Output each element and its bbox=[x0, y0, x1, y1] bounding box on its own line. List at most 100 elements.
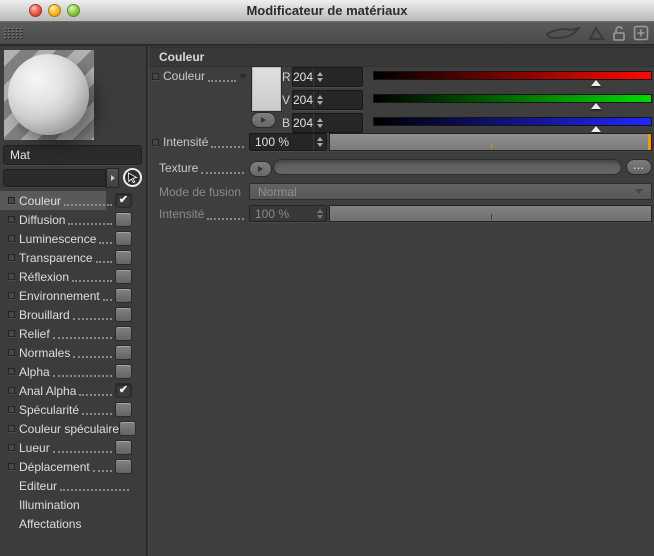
channel-checkbox[interactable] bbox=[115, 269, 132, 284]
channel-checkbox[interactable] bbox=[115, 440, 132, 455]
color-swatch[interactable] bbox=[252, 67, 281, 111]
channel-item-sp-cularit[interactable]: Spécularité bbox=[0, 400, 146, 419]
channel-item-anal-alpha[interactable]: Anal Alpha ✔ bbox=[0, 381, 146, 400]
channel-checkbox[interactable] bbox=[115, 326, 132, 341]
intensity-label: Intensité bbox=[163, 135, 209, 149]
channel-item-affectations[interactable]: Affectations bbox=[0, 514, 146, 533]
zoom-button[interactable] bbox=[67, 4, 80, 17]
close-button[interactable] bbox=[29, 4, 42, 17]
minimize-button[interactable] bbox=[48, 4, 61, 17]
slider-center-tick bbox=[490, 143, 492, 149]
layer-popup-button[interactable] bbox=[106, 167, 119, 188]
leader-dots bbox=[102, 290, 112, 301]
channel-bullet bbox=[8, 254, 15, 261]
channel-checkbox[interactable] bbox=[115, 288, 132, 303]
rgb-gradient-slider[interactable] bbox=[373, 67, 652, 87]
rgb-value-field[interactable]: 204 bbox=[292, 67, 363, 87]
arrow-right-icon bbox=[110, 174, 115, 181]
drag-handle-icon[interactable] bbox=[3, 27, 23, 39]
gradient-bar bbox=[373, 94, 652, 103]
channel-item-relief[interactable]: Relief bbox=[0, 324, 146, 343]
color-panel: Couleur Couleur R 204 V 204 B 204 Intensité bbox=[149, 46, 654, 556]
channel-checkbox[interactable] bbox=[115, 250, 132, 265]
texture-path-field[interactable] bbox=[273, 159, 622, 175]
channel-item-d-placement[interactable]: Déplacement bbox=[0, 457, 146, 476]
channel-item-couleur[interactable]: Couleur ✔ bbox=[0, 191, 146, 210]
channel-checkbox[interactable] bbox=[115, 345, 132, 360]
stepper-arrows-icon[interactable] bbox=[313, 134, 326, 150]
stepper-arrows-icon[interactable] bbox=[313, 91, 326, 109]
slider-marker[interactable] bbox=[591, 80, 602, 86]
titlebar[interactable]: Modificateur de matériaux bbox=[0, 0, 654, 22]
layer-row bbox=[3, 167, 142, 188]
channel-checkbox[interactable] bbox=[115, 231, 132, 246]
texture-expand-button[interactable] bbox=[249, 161, 272, 177]
leader-dots bbox=[60, 480, 129, 491]
channel-item-editeur[interactable]: Editeur bbox=[0, 476, 146, 495]
channel-item-lueur[interactable]: Lueur bbox=[0, 438, 146, 457]
leader-dots bbox=[68, 214, 112, 225]
channel-label: Transparence bbox=[19, 250, 93, 265]
slider-marker[interactable] bbox=[591, 126, 602, 132]
material-name-field[interactable]: Mat bbox=[3, 145, 142, 165]
slider-handle[interactable] bbox=[648, 134, 651, 150]
channel-checkbox[interactable]: ✔ bbox=[115, 383, 132, 398]
blend-mode-value: Normal bbox=[258, 184, 297, 199]
channel-label: Couleur spéculaire bbox=[19, 421, 120, 436]
rgb-gradient-slider[interactable] bbox=[373, 113, 652, 133]
channel-bullet bbox=[8, 349, 15, 356]
channel-checkbox[interactable] bbox=[115, 402, 132, 417]
channel-label: Alpha bbox=[19, 364, 50, 379]
layer-field[interactable] bbox=[3, 168, 106, 187]
slider-marker[interactable] bbox=[591, 103, 602, 109]
channel-item-alpha[interactable]: Alpha bbox=[0, 362, 146, 381]
channel-item-diffusion[interactable]: Diffusion bbox=[0, 210, 146, 229]
rgb-row-v: V 204 bbox=[282, 90, 652, 110]
intensity-label-row: Intensité bbox=[152, 134, 247, 150]
channel-label: Luminescence bbox=[19, 231, 97, 246]
channel-checkbox[interactable] bbox=[115, 364, 132, 379]
channel-checkbox[interactable] bbox=[115, 459, 132, 474]
channel-item-couleur-sp-culaire[interactable]: Couleur spéculaire bbox=[0, 419, 146, 438]
rgb-value-field[interactable]: 204 bbox=[292, 113, 363, 133]
channel-item-transparence[interactable]: Transparence bbox=[0, 248, 146, 267]
channel-label: Lueur bbox=[19, 440, 50, 455]
channel-bullet bbox=[8, 387, 15, 394]
color-mode-caret-icon[interactable] bbox=[239, 73, 247, 79]
rgb-value-field[interactable]: 204 bbox=[292, 90, 363, 110]
channel-checkbox[interactable]: ✔ bbox=[115, 193, 132, 208]
leader-dots bbox=[72, 271, 112, 282]
triangle-icon[interactable] bbox=[588, 25, 605, 41]
channel-item-illumination[interactable]: Illumination bbox=[0, 495, 146, 514]
channel-checkbox[interactable] bbox=[119, 421, 137, 436]
intensity-slider[interactable] bbox=[329, 133, 652, 151]
channel-checkbox[interactable] bbox=[115, 212, 132, 227]
lock-open-icon[interactable] bbox=[612, 25, 626, 42]
eye-icon[interactable] bbox=[545, 25, 581, 41]
channel-label: Réflexion bbox=[19, 269, 70, 284]
channel-checkbox[interactable] bbox=[115, 307, 132, 322]
arrow-right-icon bbox=[261, 117, 266, 123]
swatch-expand-button[interactable] bbox=[251, 112, 276, 128]
intensity2-value: 100 % bbox=[255, 206, 290, 221]
channel-item-r-flexion[interactable]: Réflexion bbox=[0, 267, 146, 286]
channel-item-environnement[interactable]: Environnement bbox=[0, 286, 146, 305]
rgb-row-b: B 204 bbox=[282, 113, 652, 133]
apply-material-button[interactable] bbox=[123, 168, 142, 187]
channel-label: Editeur bbox=[19, 478, 58, 493]
channel-item-normales[interactable]: Normales bbox=[0, 343, 146, 362]
channel-label: Illumination bbox=[19, 497, 80, 512]
material-preview[interactable] bbox=[4, 50, 94, 140]
rgb-gradient-slider[interactable] bbox=[373, 90, 652, 110]
texture-browse-button[interactable]: ... bbox=[626, 159, 652, 175]
blend-mode-dropdown[interactable]: Normal bbox=[249, 183, 652, 200]
add-box-icon[interactable] bbox=[633, 25, 649, 41]
channel-bullet bbox=[8, 330, 15, 337]
stepper-arrows-icon[interactable] bbox=[313, 114, 326, 132]
channel-item-brouillard[interactable]: Brouillard bbox=[0, 305, 146, 324]
channel-item-luminescence[interactable]: Luminescence bbox=[0, 229, 146, 248]
stepper-arrows-icon[interactable] bbox=[313, 68, 326, 86]
intensity-value: 100 % bbox=[255, 135, 290, 149]
gradient-bar bbox=[373, 117, 652, 126]
intensity-field[interactable]: 100 % bbox=[249, 133, 327, 151]
